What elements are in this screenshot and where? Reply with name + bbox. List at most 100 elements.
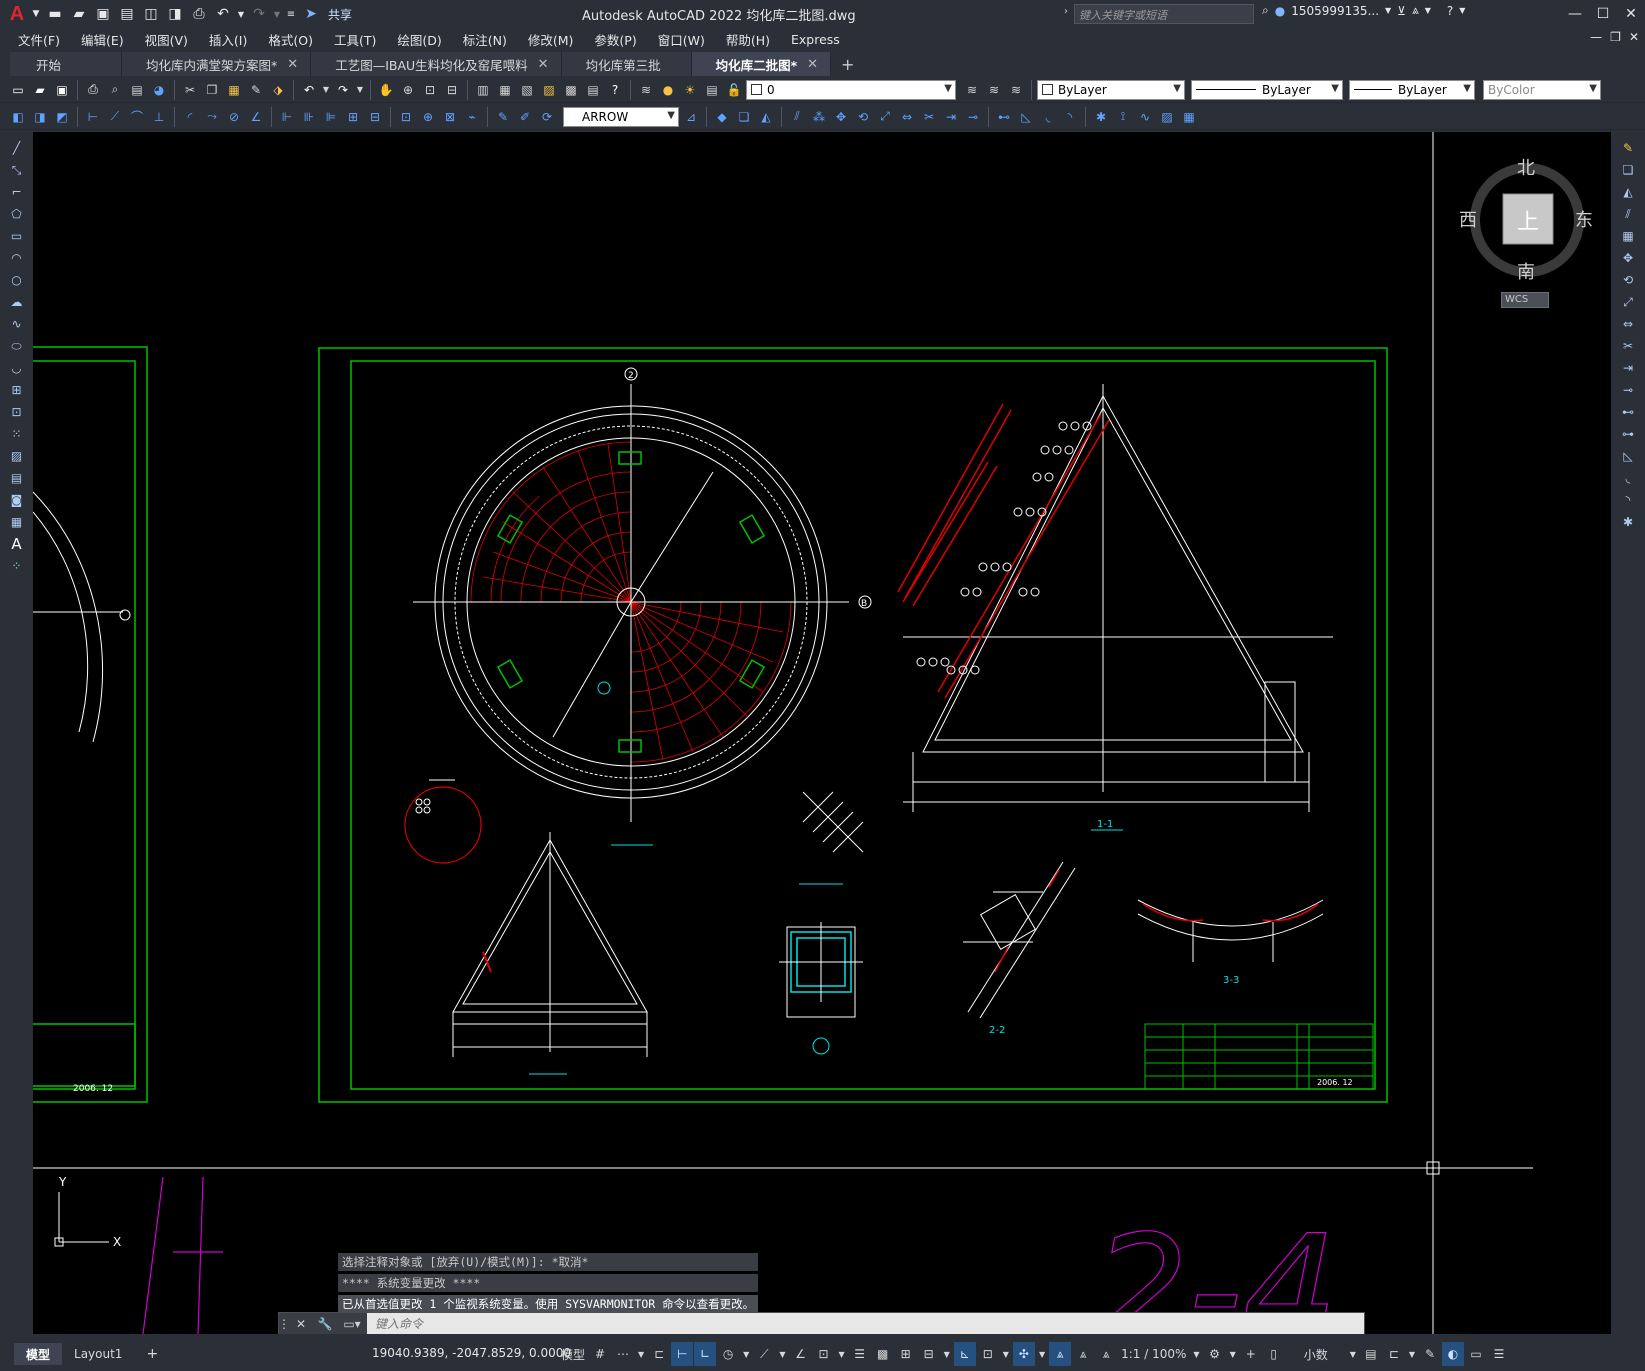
- doc-restore-icon[interactable]: ❐: [1610, 30, 1621, 44]
- mirror-icon[interactable]: ◭: [1618, 182, 1638, 202]
- make-block-icon[interactable]: ⊡: [7, 402, 27, 422]
- break-at-point-icon[interactable]: ⊸: [1618, 380, 1638, 400]
- circle-icon[interactable]: ○: [7, 270, 27, 290]
- lineweight-dropdown[interactable]: ByLayer ▼: [1349, 79, 1475, 100]
- tab-close-icon[interactable]: ✕: [287, 57, 298, 72]
- save-icon[interactable]: ▣: [92, 3, 114, 25]
- autocad-logo-icon[interactable]: A: [6, 3, 28, 25]
- command-customize-icon[interactable]: 🔧: [313, 1313, 337, 1334]
- offset-icon[interactable]: ⫽: [787, 107, 807, 127]
- rectangle-icon[interactable]: ▭: [7, 226, 27, 246]
- fillet-icon[interactable]: ◟: [1618, 468, 1638, 488]
- tab-scaffold-plan[interactable]: 均化库内满堂架方案图* ✕: [122, 52, 312, 76]
- open-web-icon[interactable]: ◫: [140, 3, 162, 25]
- selection-cycling-icon[interactable]: ⊞: [895, 1342, 917, 1366]
- dynamic-ucs-icon[interactable]: ⊾: [953, 1342, 976, 1366]
- 3d-snap-dropdown-icon[interactable]: ▼: [941, 1342, 953, 1366]
- share-button[interactable]: 共享: [328, 6, 352, 23]
- quick-properties-icon[interactable]: ▤: [1360, 1342, 1382, 1366]
- trim-icon[interactable]: ✂: [1618, 336, 1638, 356]
- isolate-objects-icon[interactable]: ✎: [1419, 1342, 1441, 1366]
- extend-icon[interactable]: ⇥: [941, 107, 961, 127]
- model-space-button[interactable]: 模型: [558, 1342, 588, 1366]
- viewcube-north-label[interactable]: 北: [1517, 154, 1535, 180]
- user-name[interactable]: 1505999135...: [1291, 4, 1379, 18]
- inspection-icon[interactable]: ⊠: [440, 107, 460, 127]
- redo-icon[interactable]: ↷: [333, 80, 353, 100]
- dimension-space-icon[interactable]: ⊞: [343, 107, 363, 127]
- selection-filter-dropdown-icon[interactable]: ▼: [1000, 1342, 1012, 1366]
- drawing-canvas[interactable]: 2006. 12 B 2 1-1 2-2 3-3 2006. 12 Y X 2-…: [33, 132, 1611, 1334]
- redo-dropdown-icon[interactable]: ▼: [272, 3, 282, 25]
- blend-curves-icon[interactable]: ◝: [1618, 490, 1638, 510]
- object-snap-tracking-icon[interactable]: ∠: [789, 1342, 811, 1366]
- hatch-icon[interactable]: ▨: [7, 446, 27, 466]
- 3d-object-snap-icon[interactable]: ⊟: [918, 1342, 940, 1366]
- workspace-gear-icon[interactable]: ⚙: [1204, 1342, 1226, 1366]
- menu-format[interactable]: 格式(O): [268, 30, 326, 49]
- linetype-dropdown[interactable]: ByLayer ▼: [1191, 79, 1343, 100]
- add-selected-icon[interactable]: ⁘: [7, 556, 27, 576]
- graphics-performance-icon[interactable]: ◐: [1442, 1342, 1465, 1366]
- continue-icon[interactable]: ⊫: [321, 107, 341, 127]
- tab-close-icon[interactable]: ✕: [807, 57, 818, 72]
- object-snap-icon[interactable]: ⊡: [812, 1342, 834, 1366]
- insert-block-icon[interactable]: ⊞: [7, 380, 27, 400]
- annotation-scale-icon[interactable]: ⩓: [1095, 1342, 1117, 1366]
- save-icon[interactable]: ▣: [52, 80, 72, 100]
- menu-express[interactable]: Express: [791, 32, 853, 47]
- layer-dropdown[interactable]: 0 ▼: [746, 79, 956, 100]
- angular-dimension-icon[interactable]: ∠: [246, 107, 266, 127]
- search-input[interactable]: 键入关键字或短语: [1074, 4, 1254, 24]
- viewcube-top-face[interactable]: 上: [1517, 204, 1539, 236]
- add-layout-icon[interactable]: +: [134, 1343, 170, 1365]
- polyline-icon[interactable]: ⌐: [7, 182, 27, 202]
- menu-draw[interactable]: 绘图(D): [397, 30, 454, 49]
- quick-dimension-icon[interactable]: ⊩: [277, 107, 297, 127]
- ellipse-arc-icon[interactable]: ◡: [7, 358, 27, 378]
- user-dropdown-icon[interactable]: ▼: [1385, 6, 1391, 15]
- fillet-icon[interactable]: ◟: [1038, 107, 1058, 127]
- break-icon[interactable]: ⊸: [963, 107, 983, 127]
- workspace-dropdown-icon[interactable]: ▼: [1227, 1342, 1239, 1366]
- color-dropdown[interactable]: ByLayer ▼: [1037, 79, 1185, 100]
- save-as-icon[interactable]: ▤: [116, 3, 138, 25]
- layer-viewport-icon[interactable]: ▤: [702, 80, 722, 100]
- customize-qat-icon[interactable]: ≡: [284, 3, 298, 25]
- mirror-icon[interactable]: ◭: [756, 107, 776, 127]
- array-icon[interactable]: ⁂: [809, 107, 829, 127]
- copy-icon[interactable]: ❐: [202, 80, 222, 100]
- menu-window[interactable]: 窗口(W): [658, 30, 718, 49]
- paste-icon[interactable]: ▦: [224, 80, 244, 100]
- tab-close-icon[interactable]: ✕: [538, 57, 549, 72]
- coordinate-readout[interactable]: 19040.9389, -2047.8529, 0.0000: [372, 1346, 571, 1360]
- tolerance-icon[interactable]: ⊡: [396, 107, 416, 127]
- command-grip-icon[interactable]: ⋮: [278, 1313, 290, 1334]
- annotation-monitor-icon[interactable]: +: [1240, 1342, 1262, 1366]
- spline-icon[interactable]: ∿: [7, 314, 27, 334]
- dim-aligned-icon[interactable]: ◩: [52, 107, 72, 127]
- maximize-icon[interactable]: ☐: [1589, 0, 1617, 28]
- jogged-icon[interactable]: ⤳: [202, 107, 222, 127]
- ortho-icon[interactable]: ∟: [694, 1342, 717, 1366]
- edit-spline-icon[interactable]: ∿: [1135, 107, 1155, 127]
- gizmo-dropdown-icon[interactable]: ▼: [1036, 1342, 1048, 1366]
- dim-linear-icon[interactable]: ◨: [30, 107, 50, 127]
- units-dropdown-icon[interactable]: ▼: [1347, 1342, 1359, 1366]
- wcs-menu[interactable]: WCS: [1501, 292, 1549, 308]
- dimension-update-icon[interactable]: ⟳: [537, 107, 557, 127]
- erase-icon[interactable]: ✎: [1618, 138, 1638, 158]
- workspace-icon[interactable]: ◧: [8, 107, 28, 127]
- dimension-style-dropdown[interactable]: ARROW ▼: [563, 106, 679, 127]
- undo-dropdown-icon[interactable]: ▼: [236, 3, 246, 25]
- plot-preview-icon[interactable]: ⌕: [105, 80, 125, 100]
- grid-icon[interactable]: #: [589, 1342, 611, 1366]
- design-center-icon[interactable]: ▦: [495, 80, 515, 100]
- isodraft-dropdown-icon[interactable]: ▼: [776, 1342, 788, 1366]
- layer-states-icon[interactable]: ≋: [1006, 80, 1026, 100]
- quickcalc-icon[interactable]: ▤: [583, 80, 603, 100]
- customization-icon[interactable]: ☰: [1488, 1342, 1510, 1366]
- object-snap-dropdown-icon[interactable]: ▼: [835, 1342, 847, 1366]
- app-menu-chevron-icon[interactable]: ▼: [30, 3, 42, 25]
- help-dropdown-icon[interactable]: ▼: [1459, 6, 1465, 15]
